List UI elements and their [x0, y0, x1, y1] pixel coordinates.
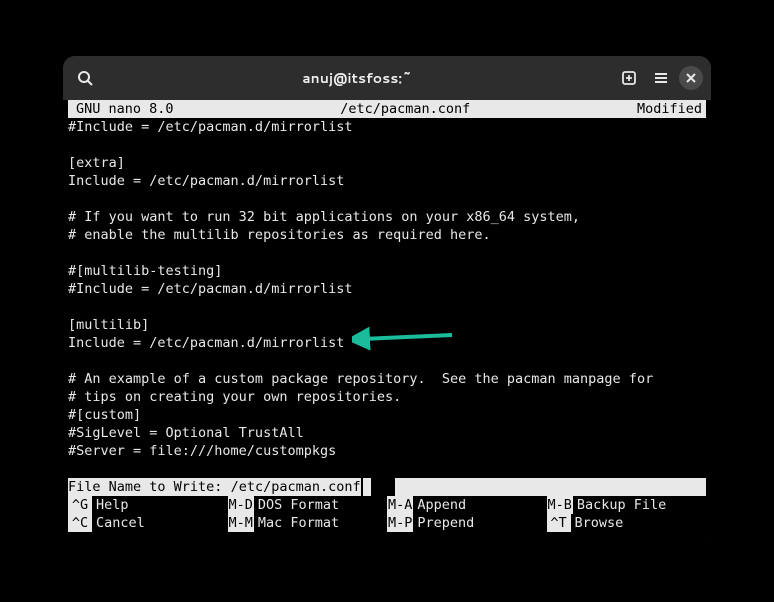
shortcut-item[interactable]: M-DDOS Format [228, 496, 388, 514]
terminal-content[interactable]: GNU nano 8.0 /etc/pacman.conf Modified #… [63, 100, 711, 546]
nano-filepath: /etc/pacman.conf [174, 100, 637, 118]
editor-line: #Include = /etc/pacman.d/mirrorlist [68, 280, 706, 298]
shortcut-label: Help [92, 496, 129, 514]
new-tab-icon[interactable] [615, 64, 643, 92]
prompt-fill [395, 478, 706, 496]
prompt-label: File Name to Write: /etc/pacman.conf [68, 478, 361, 496]
editor-line: #Include = /etc/pacman.d/mirrorlist [68, 118, 706, 136]
editor-line: Include = /etc/pacman.d/mirrorlist [68, 172, 706, 190]
shortcut-key: ^C [68, 514, 92, 532]
shortcut-item[interactable]: ^GHelp [68, 496, 228, 514]
titlebar: anuj@itsfoss:~ [63, 56, 711, 100]
editor-line: #Server = file:///home/custompkgs [68, 442, 706, 460]
shortcut-key: M-M [228, 514, 254, 532]
editor-line [68, 244, 706, 262]
shortcut-label: Backup File [573, 496, 666, 514]
editor-line: # tips on creating your own repositories… [68, 388, 706, 406]
shortcut-item[interactable]: ^TBrowse [547, 514, 707, 532]
editor-line [68, 298, 706, 316]
search-icon[interactable] [71, 64, 99, 92]
shortcut-label: Append [413, 496, 466, 514]
editor-line: #[multilib-testing] [68, 262, 706, 280]
shortcut-item[interactable]: M-BBackup File [547, 496, 707, 514]
shortcut-label: Cancel [92, 514, 145, 532]
nano-statusbar: GNU nano 8.0 /etc/pacman.conf Modified [68, 100, 706, 118]
shortcut-label: DOS Format [254, 496, 339, 514]
editor-line: [multilib] [68, 316, 706, 334]
shortcut-label: Prepend [413, 514, 474, 532]
shortcut-item[interactable]: M-MMac Format [228, 514, 388, 532]
shortcut-label: Browse [571, 514, 624, 532]
nano-appname: GNU nano 8.0 [68, 100, 174, 118]
nano-status: Modified [637, 100, 706, 118]
terminal-window: anuj@itsfoss:~ GNU nano 8.0 /etc/pacman.… [63, 56, 711, 546]
editor-line: # If you want to run 32 bit applications… [68, 208, 706, 226]
shortcut-bar: ^GHelpM-DDOS FormatM-AAppendM-BBackup Fi… [68, 496, 706, 514]
editor-line [68, 190, 706, 208]
editor-line: # An example of a custom package reposit… [68, 370, 706, 388]
editor-line [68, 460, 706, 478]
shortcut-key: M-D [228, 496, 254, 514]
menu-icon[interactable] [647, 64, 675, 92]
shortcut-key: M-B [547, 496, 573, 514]
editor-line: #[custom] [68, 406, 706, 424]
editor-body[interactable]: #Include = /etc/pacman.d/mirrorlist [ext… [68, 118, 706, 478]
window-title: anuj@itsfoss:~ [302, 68, 412, 88]
shortcut-key: ^G [68, 496, 92, 514]
editor-line: #SigLevel = Optional TrustAll [68, 424, 706, 442]
editor-line [68, 352, 706, 370]
shortcut-item[interactable]: M-PPrepend [387, 514, 547, 532]
nano-prompt[interactable]: File Name to Write: /etc/pacman.conf [68, 478, 706, 496]
editor-line [68, 136, 706, 154]
close-icon[interactable] [679, 66, 703, 90]
shortcut-label: Mac Format [254, 514, 339, 532]
shortcut-key: ^T [547, 514, 571, 532]
editor-line: [extra] [68, 154, 706, 172]
shortcut-key: M-A [387, 496, 413, 514]
shortcut-item[interactable]: M-AAppend [387, 496, 547, 514]
shortcut-bar: ^CCancelM-MMac FormatM-PPrepend^TBrowse [68, 514, 706, 532]
shortcut-key: M-P [387, 514, 413, 532]
editor-line: Include = /etc/pacman.d/mirrorlist [68, 334, 706, 352]
cursor [363, 478, 371, 496]
editor-line: # enable the multilib repositories as re… [68, 226, 706, 244]
shortcut-item[interactable]: ^CCancel [68, 514, 228, 532]
